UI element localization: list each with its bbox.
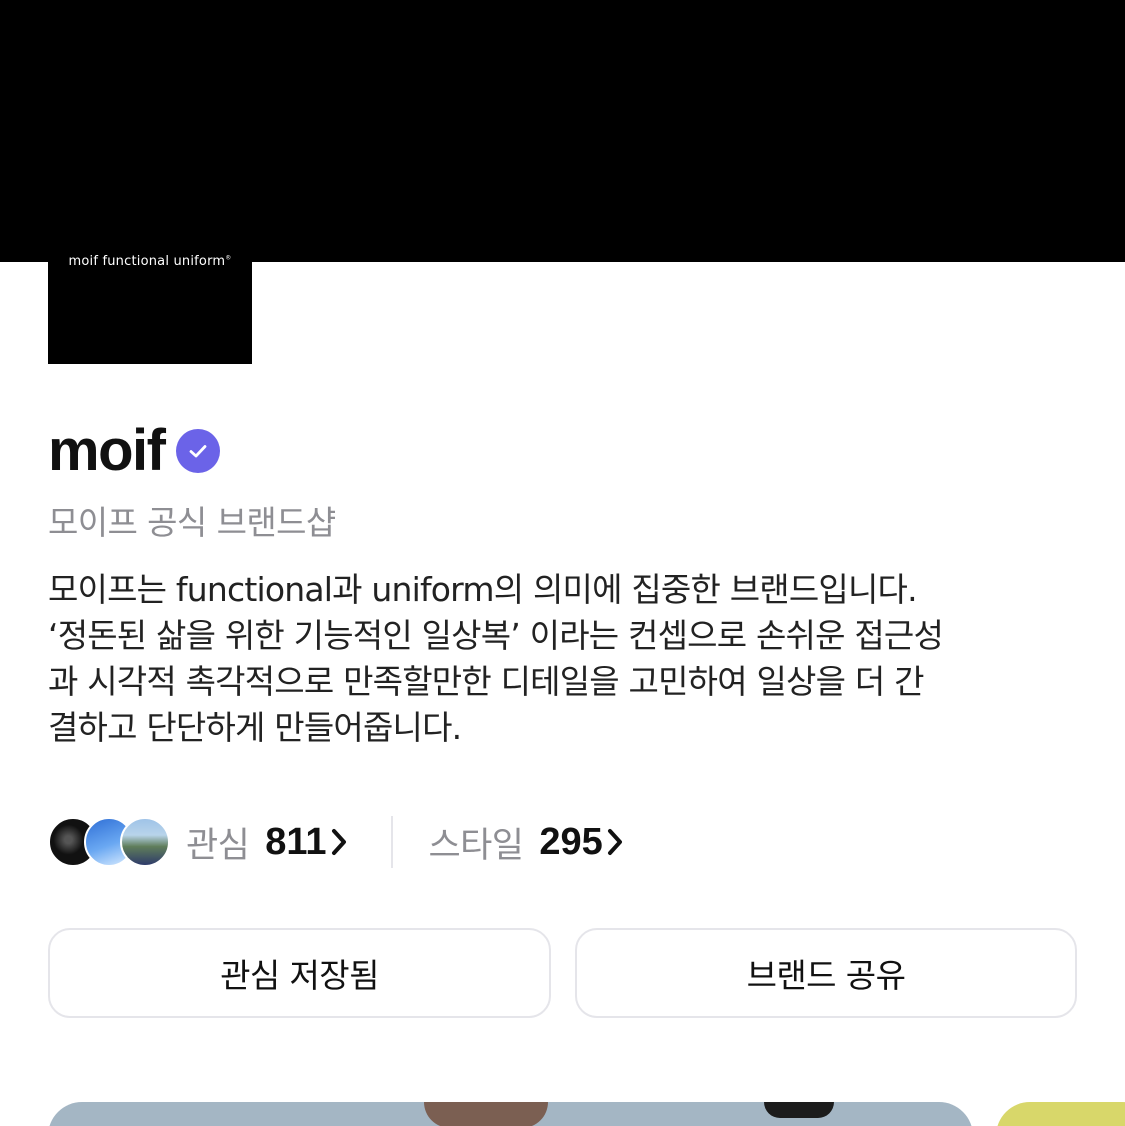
description-line: 과 시각적 촉각적으로 만족할만한 디테일을 고민하여 일상을 더 간 <box>48 662 924 701</box>
brand-logo-text: moif functional uniform <box>68 254 226 269</box>
follower-avatars[interactable] <box>48 817 172 867</box>
brand-name: moif <box>48 418 166 483</box>
stats-divider <box>390 816 393 868</box>
brand-stats: 관심 811 스타일 295 <box>48 815 627 869</box>
style-count[interactable]: 295 <box>539 821 602 864</box>
brand-title-row: moif <box>48 418 221 484</box>
style-label[interactable]: 스타일 <box>429 817 524 868</box>
description-line: ‘정돈된 삶을 위한 기능적인 일상복’ 이라는 컨셉으로 손쉬운 접근성 <box>48 616 944 655</box>
brand-description: 모이프는 functional과 uniform의 의미에 집중한 브랜드입니다… <box>48 567 1078 751</box>
verified-check-icon <box>176 429 221 473</box>
description-line: 모이프는 functional과 uniform의 의미에 집중한 브랜드입니다… <box>48 570 918 609</box>
model-photo <box>424 1102 548 1126</box>
registered-mark: ® <box>225 254 232 262</box>
brand-logo: moif functional uniform® <box>48 240 252 364</box>
chevron-right-icon[interactable] <box>329 825 351 859</box>
style-card[interactable] <box>48 1102 973 1126</box>
brand-subtitle: 모이프 공식 브랜드샵 <box>48 503 336 542</box>
interest-saved-button[interactable]: 관심 저장됨 <box>48 928 551 1018</box>
style-card[interactable] <box>996 1102 1125 1126</box>
chevron-right-icon[interactable] <box>605 825 627 859</box>
interest-count[interactable]: 811 <box>265 821 326 864</box>
share-brand-button[interactable]: 브랜드 공유 <box>575 928 1077 1018</box>
brand-banner-image <box>0 0 1125 262</box>
interest-label[interactable]: 관심 <box>186 817 250 868</box>
avatar <box>120 817 170 867</box>
description-line: 결하고 단단하게 만들어줍니다. <box>48 708 462 747</box>
model-photo <box>764 1102 834 1118</box>
